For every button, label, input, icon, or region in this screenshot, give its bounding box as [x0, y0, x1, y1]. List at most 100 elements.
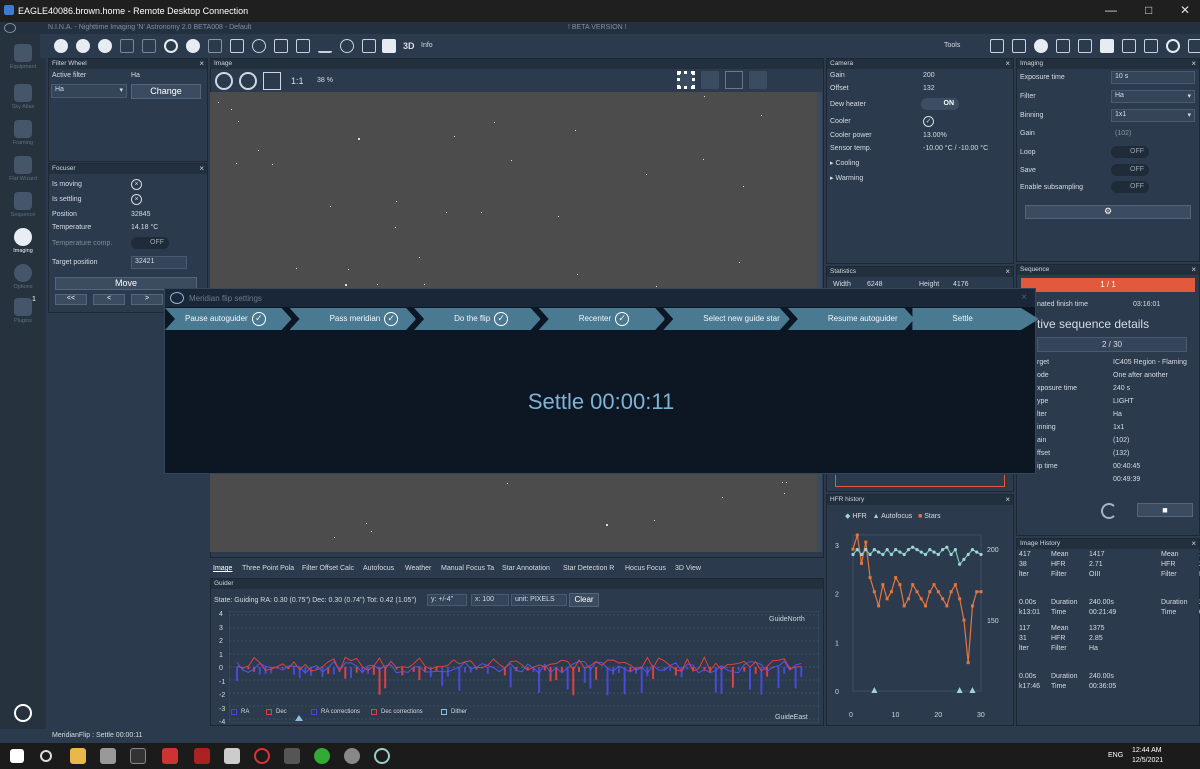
power-icon[interactable]: [14, 704, 32, 722]
clock-date[interactable]: 12/5/2021: [1132, 757, 1163, 764]
filter-select[interactable]: Ha ▾: [51, 84, 127, 98]
tool-8-icon[interactable]: [1144, 39, 1158, 53]
target-position-input[interactable]: 32421: [131, 256, 187, 269]
focuser-icon[interactable]: [98, 39, 112, 53]
nina-taskbar-icon[interactable]: [374, 748, 390, 764]
clear-button[interactable]: Clear: [569, 593, 599, 607]
stop-sequence-button[interactable]: ■: [1137, 503, 1193, 517]
minimize-icon[interactable]: —: [1105, 3, 1117, 17]
star-icon[interactable]: [1100, 39, 1114, 53]
tab-item[interactable]: 3D View: [675, 565, 701, 572]
rotator-icon[interactable]: [120, 39, 134, 53]
target-icon[interactable]: [725, 71, 743, 89]
dew-heater-toggle[interactable]: ON: [921, 98, 959, 110]
close-icon[interactable]: ×: [1005, 59, 1010, 68]
fit-icon[interactable]: [263, 72, 281, 90]
nav-equipment[interactable]: Equipment: [2, 44, 44, 70]
one-to-one-button[interactable]: 1:1: [291, 76, 304, 86]
calculator-icon[interactable]: [1078, 39, 1092, 53]
flat-device-icon[interactable]: [208, 39, 222, 53]
tab-item[interactable]: Manual Focus Ta: [441, 565, 494, 572]
x-scale-select[interactable]: x: 100: [471, 594, 509, 606]
filter-wheel-icon[interactable]: [76, 39, 90, 53]
info-label[interactable]: Info: [421, 42, 433, 49]
safety-monitor-icon[interactable]: [274, 39, 288, 53]
zoom-out-icon[interactable]: [239, 72, 257, 90]
tool-7-icon[interactable]: [1122, 39, 1136, 53]
close-icon[interactable]: ×: [1191, 265, 1196, 274]
cooling-expander[interactable]: ▸ Cooling: [830, 159, 859, 167]
app-7-icon[interactable]: [254, 748, 270, 764]
file-explorer-icon[interactable]: [70, 748, 86, 764]
bulb-icon[interactable]: [340, 39, 354, 53]
move-right-button[interactable]: >: [131, 294, 163, 305]
binning-select[interactable]: 1x1 ▾: [1111, 109, 1195, 122]
threed-label[interactable]: 3D: [403, 41, 415, 51]
puzzle-icon[interactable]: [382, 39, 396, 53]
loop-toggle[interactable]: OFF: [1111, 146, 1149, 158]
tab-item[interactable]: Weather: [405, 565, 431, 572]
guider-icon[interactable]: [164, 39, 178, 53]
nav-sequence[interactable]: Sequence: [2, 192, 44, 218]
settings-gear-button[interactable]: ⚙: [1025, 205, 1191, 219]
switch-icon[interactable]: [186, 39, 200, 53]
terminal-icon[interactable]: [130, 748, 146, 764]
close-icon[interactable]: ×: [1191, 539, 1196, 548]
move-far-left-button[interactable]: <<: [55, 294, 87, 305]
close-icon[interactable]: ×: [1005, 495, 1010, 504]
history-icon[interactable]: [1166, 39, 1180, 53]
y-scale-select[interactable]: y: +/-4": [427, 594, 467, 606]
move-left-button[interactable]: <: [93, 294, 125, 305]
tab-item[interactable]: Image: [213, 565, 232, 572]
tab-item[interactable]: Star Annotation: [502, 565, 550, 572]
nav-sky-atlas[interactable]: Sky Atlas: [2, 84, 44, 110]
windows-start-icon[interactable]: [10, 749, 24, 763]
change-button[interactable]: Change: [131, 84, 201, 99]
nav-framing[interactable]: Framing: [2, 120, 44, 146]
close-icon[interactable]: ×: [199, 164, 204, 173]
grid-icon[interactable]: [677, 71, 695, 89]
tab-item[interactable]: Star Detection R: [563, 565, 614, 572]
app-8-icon[interactable]: [284, 748, 300, 764]
tab-item[interactable]: Autofocus: [363, 565, 394, 572]
tool-4-icon[interactable]: [1056, 39, 1070, 53]
close-icon[interactable]: ✕: [1180, 3, 1190, 17]
app-4-icon[interactable]: [162, 748, 178, 764]
language-indicator[interactable]: ENG: [1108, 752, 1123, 759]
nav-flat-wizard[interactable]: Flat Wizard: [2, 156, 44, 182]
close-icon[interactable]: ×: [1021, 292, 1027, 303]
clock-time[interactable]: 12:44 AM: [1132, 747, 1162, 754]
search-icon[interactable]: [40, 750, 52, 762]
tool-3-icon[interactable]: [1034, 39, 1048, 53]
weather-icon[interactable]: [252, 39, 266, 53]
camera-icon[interactable]: [54, 39, 68, 53]
zoom-in-icon[interactable]: [215, 72, 233, 90]
nav-plugins[interactable]: Plugins: [2, 298, 44, 324]
crosshair-icon[interactable]: [701, 71, 719, 89]
close-icon[interactable]: ×: [199, 59, 204, 68]
shield-icon[interactable]: [362, 39, 376, 53]
close-icon[interactable]: ×: [1191, 59, 1196, 68]
maximize-icon[interactable]: □: [1145, 3, 1152, 17]
filter-select[interactable]: Ha ▾: [1111, 90, 1195, 103]
tool-10-icon[interactable]: [1188, 39, 1200, 53]
warming-expander[interactable]: ▸ Warming: [830, 174, 863, 182]
app-9-icon[interactable]: [314, 748, 330, 764]
unit-select[interactable]: unit: PIXELS: [511, 594, 567, 606]
asi-icon[interactable]: [194, 748, 210, 764]
history-chart-icon[interactable]: [318, 39, 332, 53]
tab-item[interactable]: Filter Offset Calc: [302, 565, 354, 572]
dome-icon[interactable]: [230, 39, 244, 53]
app-2-icon[interactable]: [100, 748, 116, 764]
pointer-icon[interactable]: [799, 71, 817, 89]
subsampling-toggle[interactable]: OFF: [1111, 181, 1149, 193]
save-toggle[interactable]: OFF: [1111, 164, 1149, 176]
tool-1-icon[interactable]: [990, 39, 1004, 53]
exposure-input[interactable]: 10 s: [1111, 71, 1195, 84]
app-6-icon[interactable]: [224, 748, 240, 764]
tab-item[interactable]: Three Point Pola: [242, 565, 294, 572]
star-outline-icon[interactable]: [775, 71, 793, 89]
temp-comp-toggle[interactable]: OFF: [131, 237, 169, 249]
close-icon[interactable]: ×: [1005, 267, 1010, 276]
tool-2-icon[interactable]: [1012, 39, 1026, 53]
